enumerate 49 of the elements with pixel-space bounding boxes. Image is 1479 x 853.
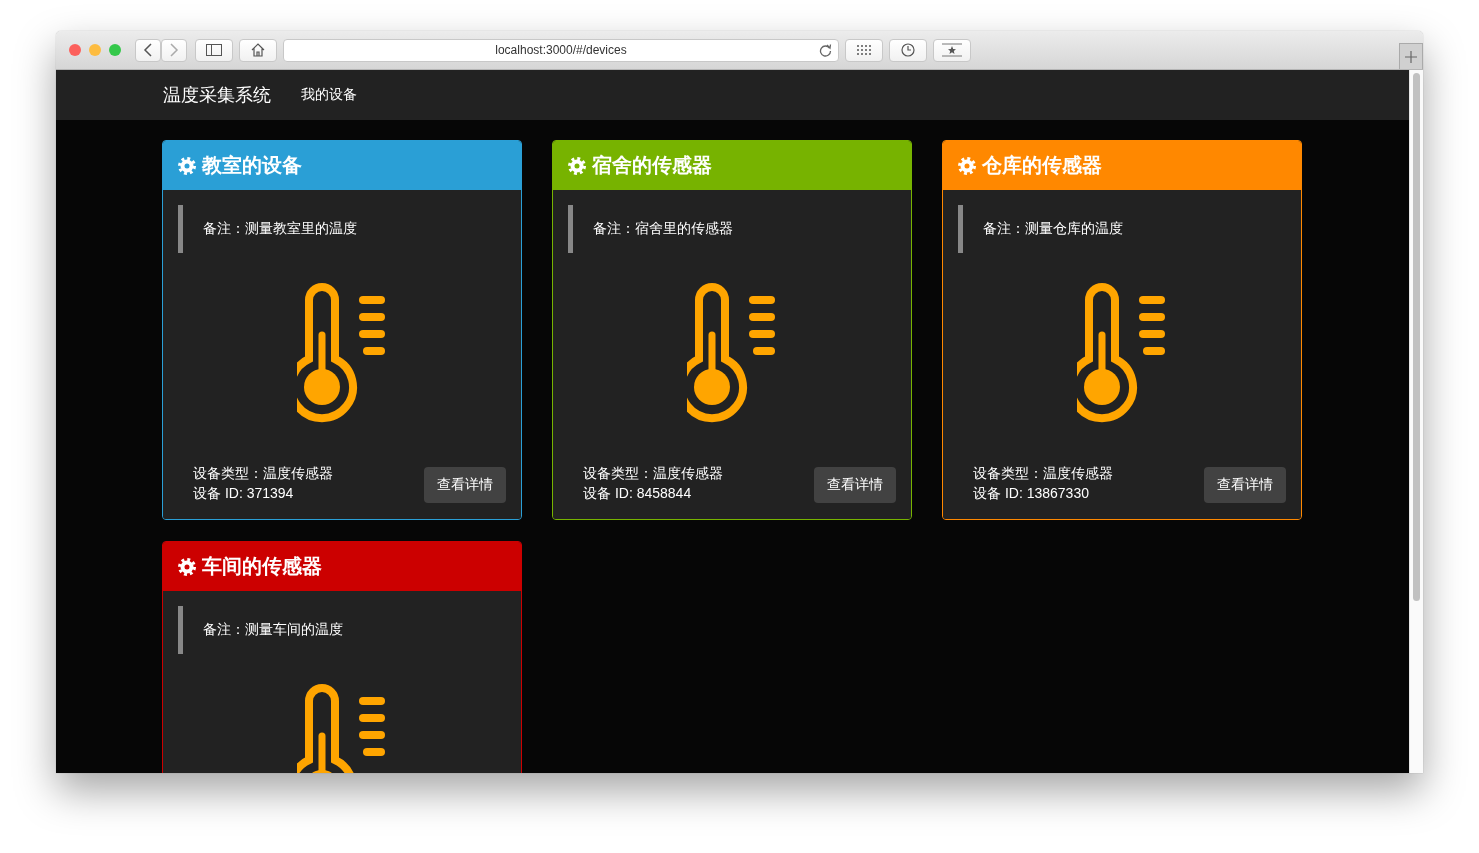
gear-icon [958,156,976,175]
note-text: 备注：宿舍里的传感器 [593,220,733,238]
details-button[interactable]: 查看详情 [1204,467,1286,503]
details-button[interactable]: 查看详情 [814,467,896,503]
zoom-button[interactable] [109,44,121,56]
star-icon [942,43,962,57]
gear-icon [568,156,586,175]
sidebar-icon [206,44,222,56]
thermometer-icon [687,283,777,423]
new-tab-button[interactable] [1399,43,1423,69]
home-button[interactable] [239,38,277,62]
device-type: 设备类型：温度传感器 [583,464,723,483]
brand-title[interactable]: 温度采集系统 [163,83,271,107]
card-title: 仓库的传感器 [982,153,1102,178]
card-title: 宿舍的传感器 [592,153,712,178]
gear-icon [178,557,196,576]
device-type: 设备类型：温度传感器 [193,464,333,483]
details-button[interactable]: 查看详情 [424,467,506,503]
history-button[interactable] [889,38,927,62]
clock-icon [901,43,915,57]
thermometer-icon [1077,283,1167,423]
card-title: 教室的设备 [202,153,302,178]
note-text: 备注：测量车间的温度 [203,621,343,639]
device-type: 设备类型：温度传感器 [973,464,1113,483]
plus-icon [1405,50,1417,63]
grid-icon [857,45,871,55]
device-id: 设备 ID: 8458844 [583,484,693,503]
card-title: 车间的传感器 [202,554,322,579]
close-button[interactable] [69,44,81,56]
reload-icon[interactable] [819,43,832,57]
address-bar[interactable]: localhost:3000/#/devices [283,38,839,62]
sidebar-button[interactable] [195,38,233,62]
note-text: 备注：测量教室里的温度 [203,220,357,238]
gear-icon [178,156,196,175]
bookmark-button[interactable] [933,38,971,62]
thermometer-icon [297,283,387,423]
back-button[interactable] [135,38,161,62]
forward-button[interactable] [161,38,187,62]
scrollbar-thumb[interactable] [1413,73,1420,601]
url-text: localhost:3000/#/devices [495,43,627,57]
back-icon [143,43,153,57]
nav-link[interactable]: 我的设备 [301,86,357,104]
note-text: 备注：测量仓库的温度 [983,220,1123,238]
home-icon [251,43,265,57]
forward-icon [169,43,179,57]
apps-button[interactable] [845,38,883,62]
device-id: 设备 ID: 13867330 [973,484,1090,503]
scrollbar[interactable] [1409,70,1423,773]
device-id: 设备 ID: 371394 [193,484,295,503]
